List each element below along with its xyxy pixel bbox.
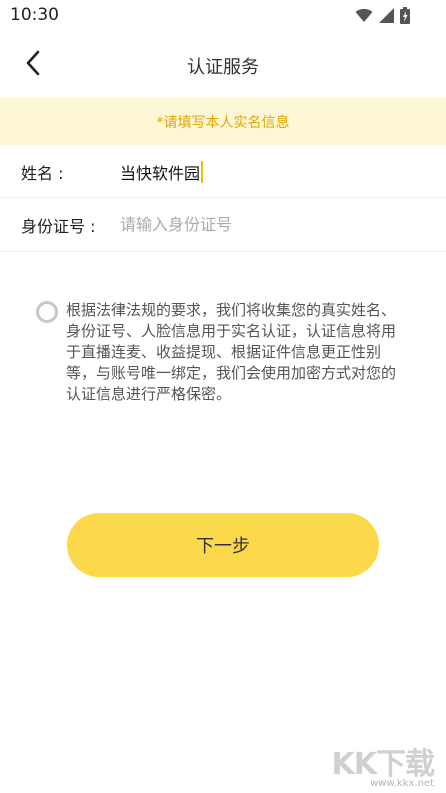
agreement-text: 根据法律法规的要求，我们将收集您的真实姓名、身份证号、人脸信息用于实名认证，认证…	[66, 301, 397, 403]
page-title: 认证服务	[187, 57, 259, 78]
notice-banner: *请填写本人实名信息	[0, 98, 446, 145]
agreement-block: 根据法律法规的要求，我们将收集您的真实姓名、身份证号、人脸信息用于实名认证，认证…	[36, 300, 410, 405]
watermark-main: KK下载	[331, 747, 435, 782]
name-label: 姓名 :	[21, 163, 64, 183]
name-row: 姓名 : 当快软件园	[0, 146, 446, 198]
name-field[interactable]: 当快软件园	[120, 160, 204, 184]
cellular-signal-icon	[379, 8, 394, 27]
watermark-logo: KK下载 www.kkx.net	[316, 737, 442, 789]
battery-icon	[400, 7, 410, 28]
id-number-row: 身份证号 :	[0, 198, 446, 252]
notice-text: *请填写本人实名信息	[156, 114, 290, 131]
next-button[interactable]: 下一步	[67, 513, 379, 577]
wifi-icon	[355, 8, 373, 27]
status-icons	[355, 7, 410, 28]
id-number-input[interactable]	[120, 208, 420, 241]
status-bar: 10:30	[0, 0, 446, 32]
text-cursor	[201, 160, 204, 183]
id-number-label: 身份证号 :	[21, 216, 96, 236]
status-time: 10:30	[10, 5, 59, 25]
nav-bar: 认证服务	[0, 32, 446, 98]
watermark-url: www.kkx.net	[370, 778, 434, 789]
name-value: 当快软件园	[120, 163, 201, 183]
agreement-radio[interactable]	[36, 301, 58, 323]
